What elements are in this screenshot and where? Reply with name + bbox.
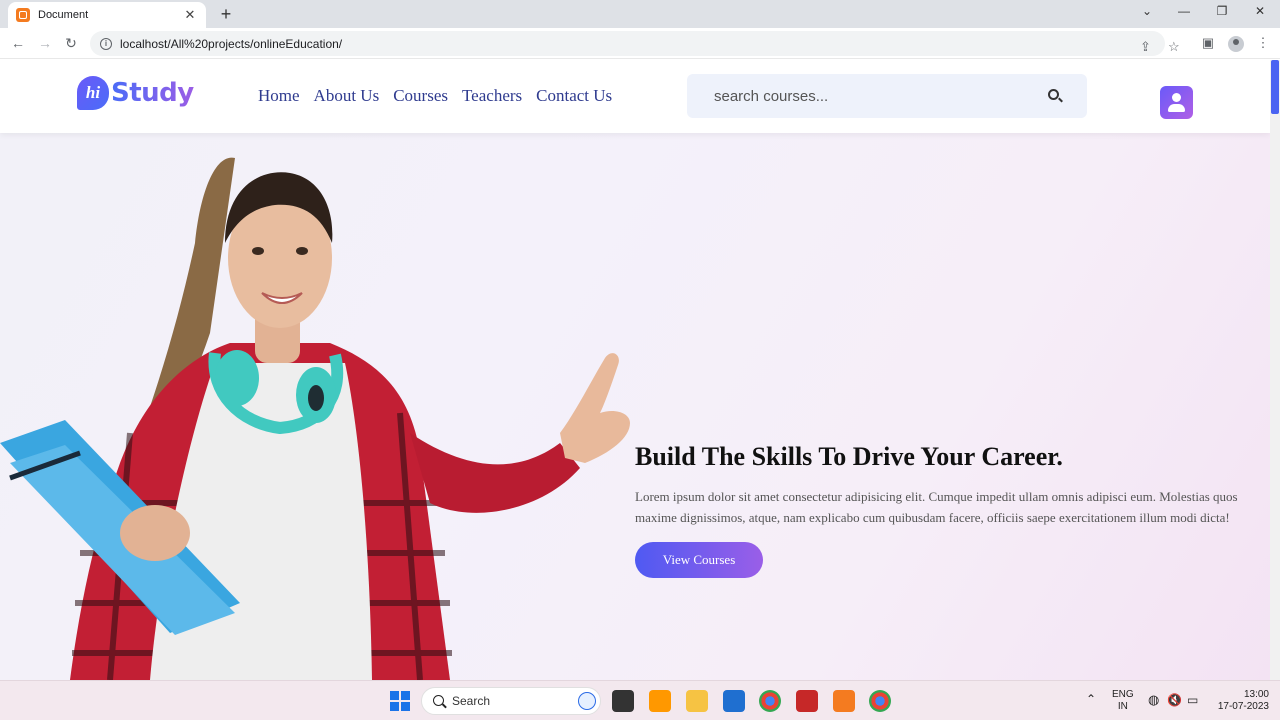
new-tab-icon[interactable]: + xyxy=(216,4,236,24)
clock[interactable]: 13:00 17-07-2023 xyxy=(1213,689,1269,713)
reload-icon[interactable]: ↻ xyxy=(62,34,80,52)
screen-recorder-icon[interactable] xyxy=(796,690,818,712)
minimize-icon[interactable]: — xyxy=(1174,4,1194,18)
chrome-profile-icon[interactable] xyxy=(869,690,891,712)
microsoft-store-icon[interactable] xyxy=(723,690,745,712)
bookmark-star-icon[interactable]: ☆ xyxy=(1168,39,1180,55)
sublime-text-icon[interactable] xyxy=(649,690,671,712)
browser-tab[interactable]: Document ✕ xyxy=(8,2,206,28)
back-icon[interactable]: ← xyxy=(9,34,27,52)
site-header: hi Study Home About Us Courses Teachers … xyxy=(0,60,1270,133)
lang-top: ENG xyxy=(1112,689,1134,700)
search-icon[interactable] xyxy=(1048,89,1059,100)
hero-title: Build The Skills To Drive Your Career. xyxy=(635,442,1063,471)
logo-text: Study xyxy=(111,78,194,108)
nav-link-home[interactable]: Home xyxy=(258,86,300,106)
windows-taskbar: Search ⌃ ENG IN ◍ 🔇 ▭ 13:00 17-07-2023 xyxy=(0,680,1280,720)
address-bar[interactable]: i localhost/All%20projects/onlineEducati… xyxy=(90,31,1180,56)
nav-link-about-us[interactable]: About Us xyxy=(314,86,380,106)
taskbar-search-label: Search xyxy=(452,694,491,708)
browser-toolbar: ← → ↻ i localhost/All%20projects/onlineE… xyxy=(0,28,1280,59)
taskbar-search[interactable]: Search xyxy=(421,687,601,715)
share-icon[interactable]: ⇪ xyxy=(1140,39,1151,55)
search-box xyxy=(687,74,1087,118)
user-icon xyxy=(1172,93,1181,102)
tab-title: Document xyxy=(38,9,89,21)
windows-start-icon[interactable] xyxy=(390,691,410,711)
nav-link-teachers[interactable]: Teachers xyxy=(462,86,522,106)
close-tab-icon[interactable]: ✕ xyxy=(182,7,198,23)
restore-icon[interactable]: ❐ xyxy=(1212,4,1232,18)
hero-section: Build The Skills To Drive Your Career. L… xyxy=(0,133,1270,680)
browser-tab-strip: Document ✕ + ⌄ — ❐ ✕ xyxy=(0,0,1280,28)
clock-date: 17-07-2023 xyxy=(1217,701,1269,712)
xampp-icon[interactable] xyxy=(833,690,855,712)
chrome-icon[interactable] xyxy=(759,690,781,712)
show-hidden-icons-icon[interactable]: ⌃ xyxy=(1086,693,1096,705)
search-input[interactable] xyxy=(714,87,1034,105)
tab-search-icon[interactable]: ⌄ xyxy=(1137,4,1157,18)
student-photo xyxy=(0,157,630,680)
view-courses-button[interactable]: View Courses xyxy=(635,542,763,578)
clock-time: 13:00 xyxy=(1243,689,1269,700)
terminal-icon[interactable] xyxy=(612,690,634,712)
site-logo[interactable]: hi Study xyxy=(77,76,194,110)
battery-icon[interactable]: ▭ xyxy=(1187,694,1198,706)
hero-description: Lorem ipsum dolor sit amet consectetur a… xyxy=(635,489,1238,525)
profile-avatar-icon[interactable] xyxy=(1228,36,1244,52)
side-panel-icon[interactable]: ▣ xyxy=(1199,34,1217,52)
nav-link-courses[interactable]: Courses xyxy=(393,86,448,106)
menu-kebab-icon[interactable]: ⋮ xyxy=(1254,34,1272,52)
logo-mark: hi xyxy=(77,76,109,110)
close-window-icon[interactable]: ✕ xyxy=(1250,4,1270,18)
url-text[interactable]: localhost/All%20projects/onlineEducation… xyxy=(120,37,342,51)
main-nav: Home About Us Courses Teachers Contact U… xyxy=(258,86,612,106)
web-page: hi Study Home About Us Courses Teachers … xyxy=(0,60,1270,680)
forward-icon[interactable]: → xyxy=(36,34,54,52)
bing-icon xyxy=(578,692,596,710)
xampp-favicon-icon xyxy=(16,8,30,22)
site-info-icon[interactable]: i xyxy=(100,37,112,50)
volume-icon[interactable]: 🔇 xyxy=(1167,694,1182,706)
search-icon xyxy=(433,695,444,706)
scrollbar-thumb[interactable] xyxy=(1271,60,1279,114)
lang-bottom: IN xyxy=(1117,701,1128,712)
language-indicator[interactable]: ENG IN xyxy=(1112,689,1134,713)
page-scrollbar[interactable] xyxy=(1270,60,1280,680)
nav-link-contact-us[interactable]: Contact Us xyxy=(536,86,612,106)
file-explorer-icon[interactable] xyxy=(686,690,708,712)
network-icon[interactable]: ◍ xyxy=(1148,693,1159,706)
user-account-button[interactable] xyxy=(1160,86,1193,119)
